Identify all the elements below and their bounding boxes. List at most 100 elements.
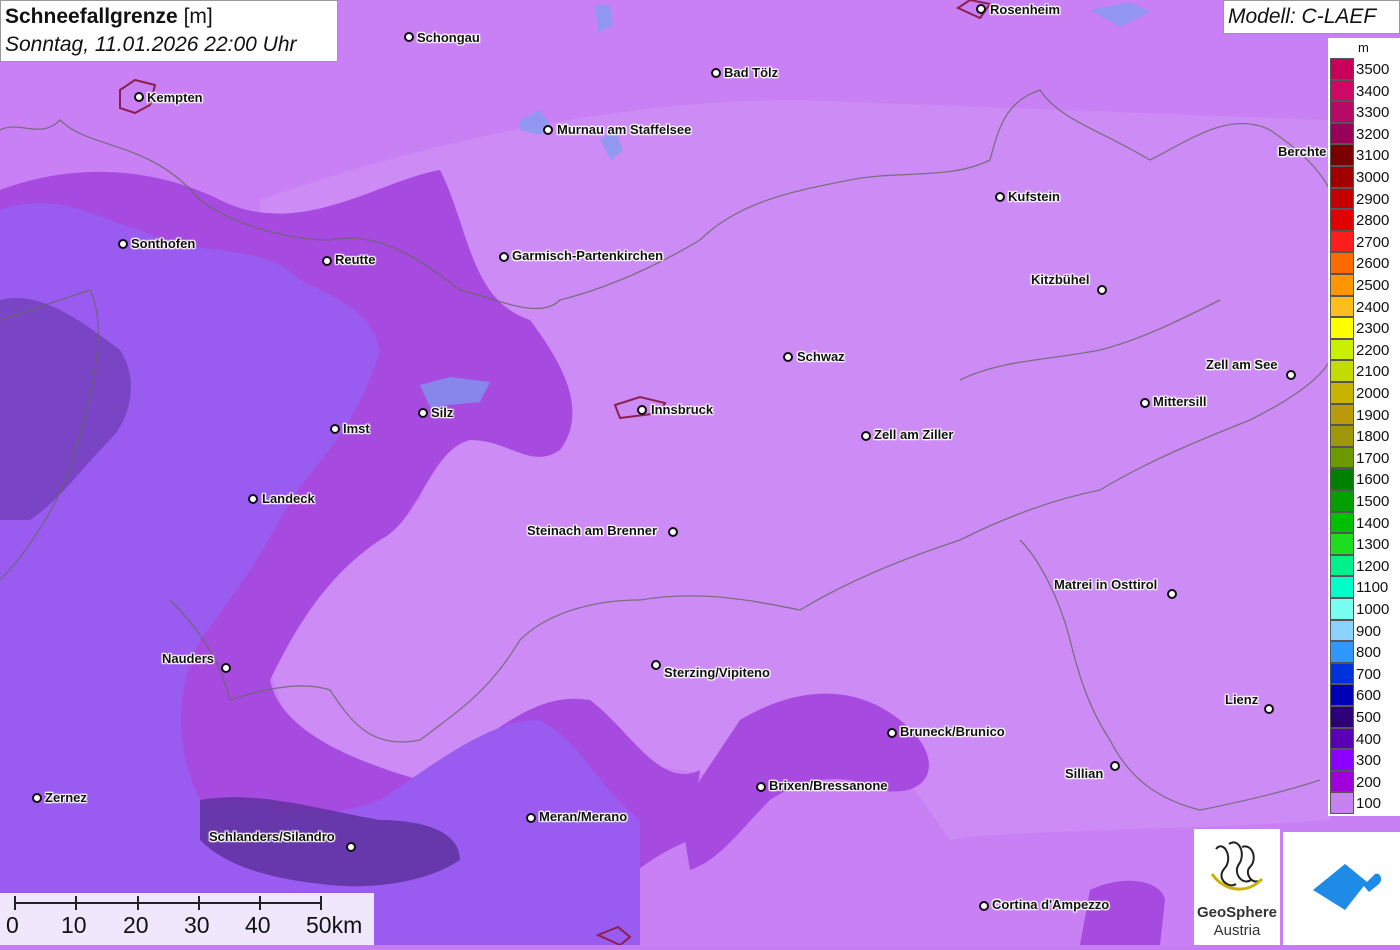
legend-label: 3500 (1356, 61, 1390, 78)
city-dot (887, 728, 897, 738)
legend-swatch (1330, 79, 1354, 102)
legend-swatch (1330, 209, 1354, 231)
legend-label: 1200 (1356, 557, 1390, 575)
city-label-steinach: Steinach am Brenner (527, 523, 658, 538)
city-dot (668, 527, 678, 537)
title-box: Schneefallgrenze [m] Sonntag, 11.01.2026… (0, 0, 338, 62)
legend-label: 1700 (1356, 449, 1390, 467)
legend-label: 200 (1356, 773, 1382, 791)
legend-row: 1000 (1330, 598, 1400, 620)
scale-label: 30 (184, 912, 210, 938)
legend-swatch (1330, 490, 1354, 512)
legend-row: 600 (1330, 684, 1400, 706)
legend-label: 1400 (1356, 514, 1390, 532)
city-label-schongau: Schongau (417, 30, 480, 45)
legend-label: 1600 (1356, 471, 1390, 489)
city-dot (756, 782, 766, 792)
city-label-innsbruck: Innsbruck (651, 402, 714, 417)
legend-swatch (1330, 706, 1354, 728)
legend-label: 1300 (1356, 536, 1390, 554)
legend-row: 1600 (1330, 468, 1400, 490)
city-dot (711, 68, 721, 78)
city-dot (783, 352, 793, 362)
legend-label: 2200 (1356, 341, 1390, 359)
city-label-mittersill: Mittersill (1153, 394, 1207, 409)
legend-row: 500 (1330, 706, 1400, 728)
color-legend: m 3500 3400 3300 3200 3100 3000 2900 2800 2700 26… (1328, 38, 1400, 816)
legend-row: 1900 (1330, 403, 1400, 426)
city-label-brixen: Brixen/Bressanone (769, 778, 888, 793)
city-dot (861, 431, 871, 441)
legend-label: 1800 (1356, 428, 1390, 446)
legend-swatch (1330, 554, 1354, 577)
legend-label: 2000 (1356, 385, 1390, 402)
legend-row: 3500 (1330, 58, 1400, 80)
model-label: Modell: C-LAEF (1223, 0, 1400, 34)
city-label-murnau: Murnau am Staffelsee (557, 122, 692, 137)
city-label-imst: Imst (343, 421, 370, 436)
legend-unit: m (1358, 40, 1369, 55)
legend-swatch (1330, 533, 1354, 555)
legend-swatch (1330, 166, 1354, 188)
city-label-schlanders: Schlanders/Silandro (209, 829, 335, 844)
city-dot (637, 405, 647, 415)
city-dot (1264, 704, 1274, 714)
city-dot (976, 4, 986, 14)
legend-label: 1100 (1356, 579, 1389, 597)
legend-swatch (1330, 403, 1354, 426)
legend-label: 1900 (1356, 406, 1390, 424)
legend-swatch (1330, 360, 1354, 382)
city-dot (1110, 761, 1120, 771)
legend-swatch (1330, 468, 1354, 490)
city-dot (418, 408, 428, 418)
region-200m-southeast (1080, 880, 1165, 945)
legend-row: 3200 (1330, 122, 1400, 145)
title-unit: [m] (177, 5, 213, 28)
legend-label: 2800 (1356, 212, 1390, 230)
city-label-meran: Meran/Merano (539, 809, 628, 824)
city-label-sonthofen: Sonthofen (131, 236, 196, 251)
legend-row: 2800 (1330, 209, 1400, 231)
legend-label: 2500 (1356, 277, 1390, 294)
scale-label: 0 (6, 912, 19, 938)
city-label-kempten: Kempten (147, 90, 203, 105)
city-label-zell-am-ziller: Zell am Ziller (874, 427, 954, 442)
city-label-rosenheim: Rosenheim (990, 2, 1061, 17)
scale-tick (320, 896, 322, 910)
legend-label: 2300 (1356, 320, 1390, 338)
legend-label: 800 (1356, 644, 1382, 662)
city-label-silz: Silz (431, 405, 454, 420)
cloud-arrow-icon (1313, 864, 1382, 910)
legend-swatch (1330, 576, 1354, 598)
legend-swatch (1330, 511, 1354, 534)
legend-label: 2700 (1356, 233, 1390, 251)
legend-swatch (1330, 598, 1354, 620)
title-variable: Schneefallgrenze (5, 5, 178, 28)
legend-label: 3000 (1356, 169, 1390, 186)
city-dot (543, 125, 553, 135)
legend-row: 300 (1330, 749, 1400, 771)
scale-tick (14, 896, 16, 910)
legend-swatch (1330, 338, 1354, 361)
city-dot (322, 256, 332, 266)
city-dot (221, 663, 231, 673)
legend-row: 1100 (1330, 576, 1400, 598)
city-dot (404, 32, 414, 42)
legend-row: 2300 (1330, 317, 1400, 339)
city-label-sterzing: Sterzing/Vipiteno (664, 665, 770, 680)
legend-row: 1300 (1330, 533, 1400, 555)
city-dot (32, 793, 42, 803)
geosphere-logo[interactable]: GeoSphere Austria (1194, 829, 1280, 945)
legend-swatch (1330, 230, 1354, 253)
weather-app-logo[interactable] (1283, 832, 1400, 945)
legend-row: 1700 (1330, 446, 1400, 469)
legend-label: 700 (1356, 665, 1382, 683)
legend-label: 3400 (1356, 82, 1390, 100)
city-label-zernez: Zernez (45, 790, 87, 805)
city-label-matrei: Matrei in Osttirol (1054, 577, 1158, 592)
geosphere-country: Austria (1213, 922, 1261, 939)
scale-tick (259, 896, 261, 910)
city-label-bad-toelz: Bad Tölz (724, 65, 779, 80)
geosphere-emblem-icon (1210, 841, 1264, 891)
city-label-lienz: Lienz (1225, 692, 1259, 707)
